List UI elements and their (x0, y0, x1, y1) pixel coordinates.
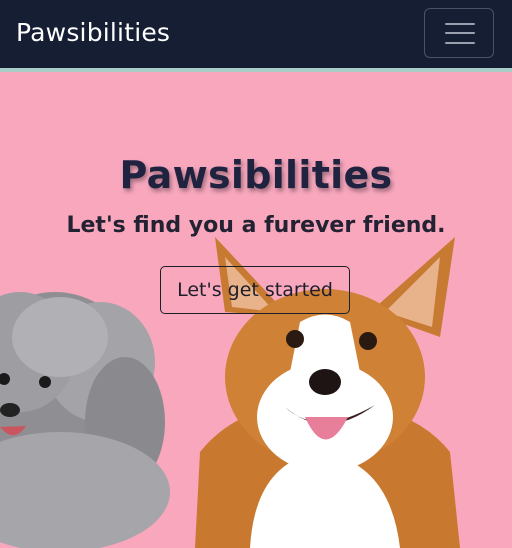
poodle-illustration (0, 292, 170, 548)
hero-title: Pawsibilities (119, 153, 393, 197)
navbar: Pawsibilities (0, 0, 512, 68)
hero-subtitle: Let's find you a furever friend. (66, 213, 446, 238)
hero-section: Pawsibilities Let's find you a furever f… (0, 72, 512, 548)
brand-logo-text[interactable]: Pawsibilities (16, 17, 170, 49)
menu-toggle-button[interactable] (424, 8, 494, 58)
get-started-button[interactable]: Let's get started (160, 266, 350, 314)
